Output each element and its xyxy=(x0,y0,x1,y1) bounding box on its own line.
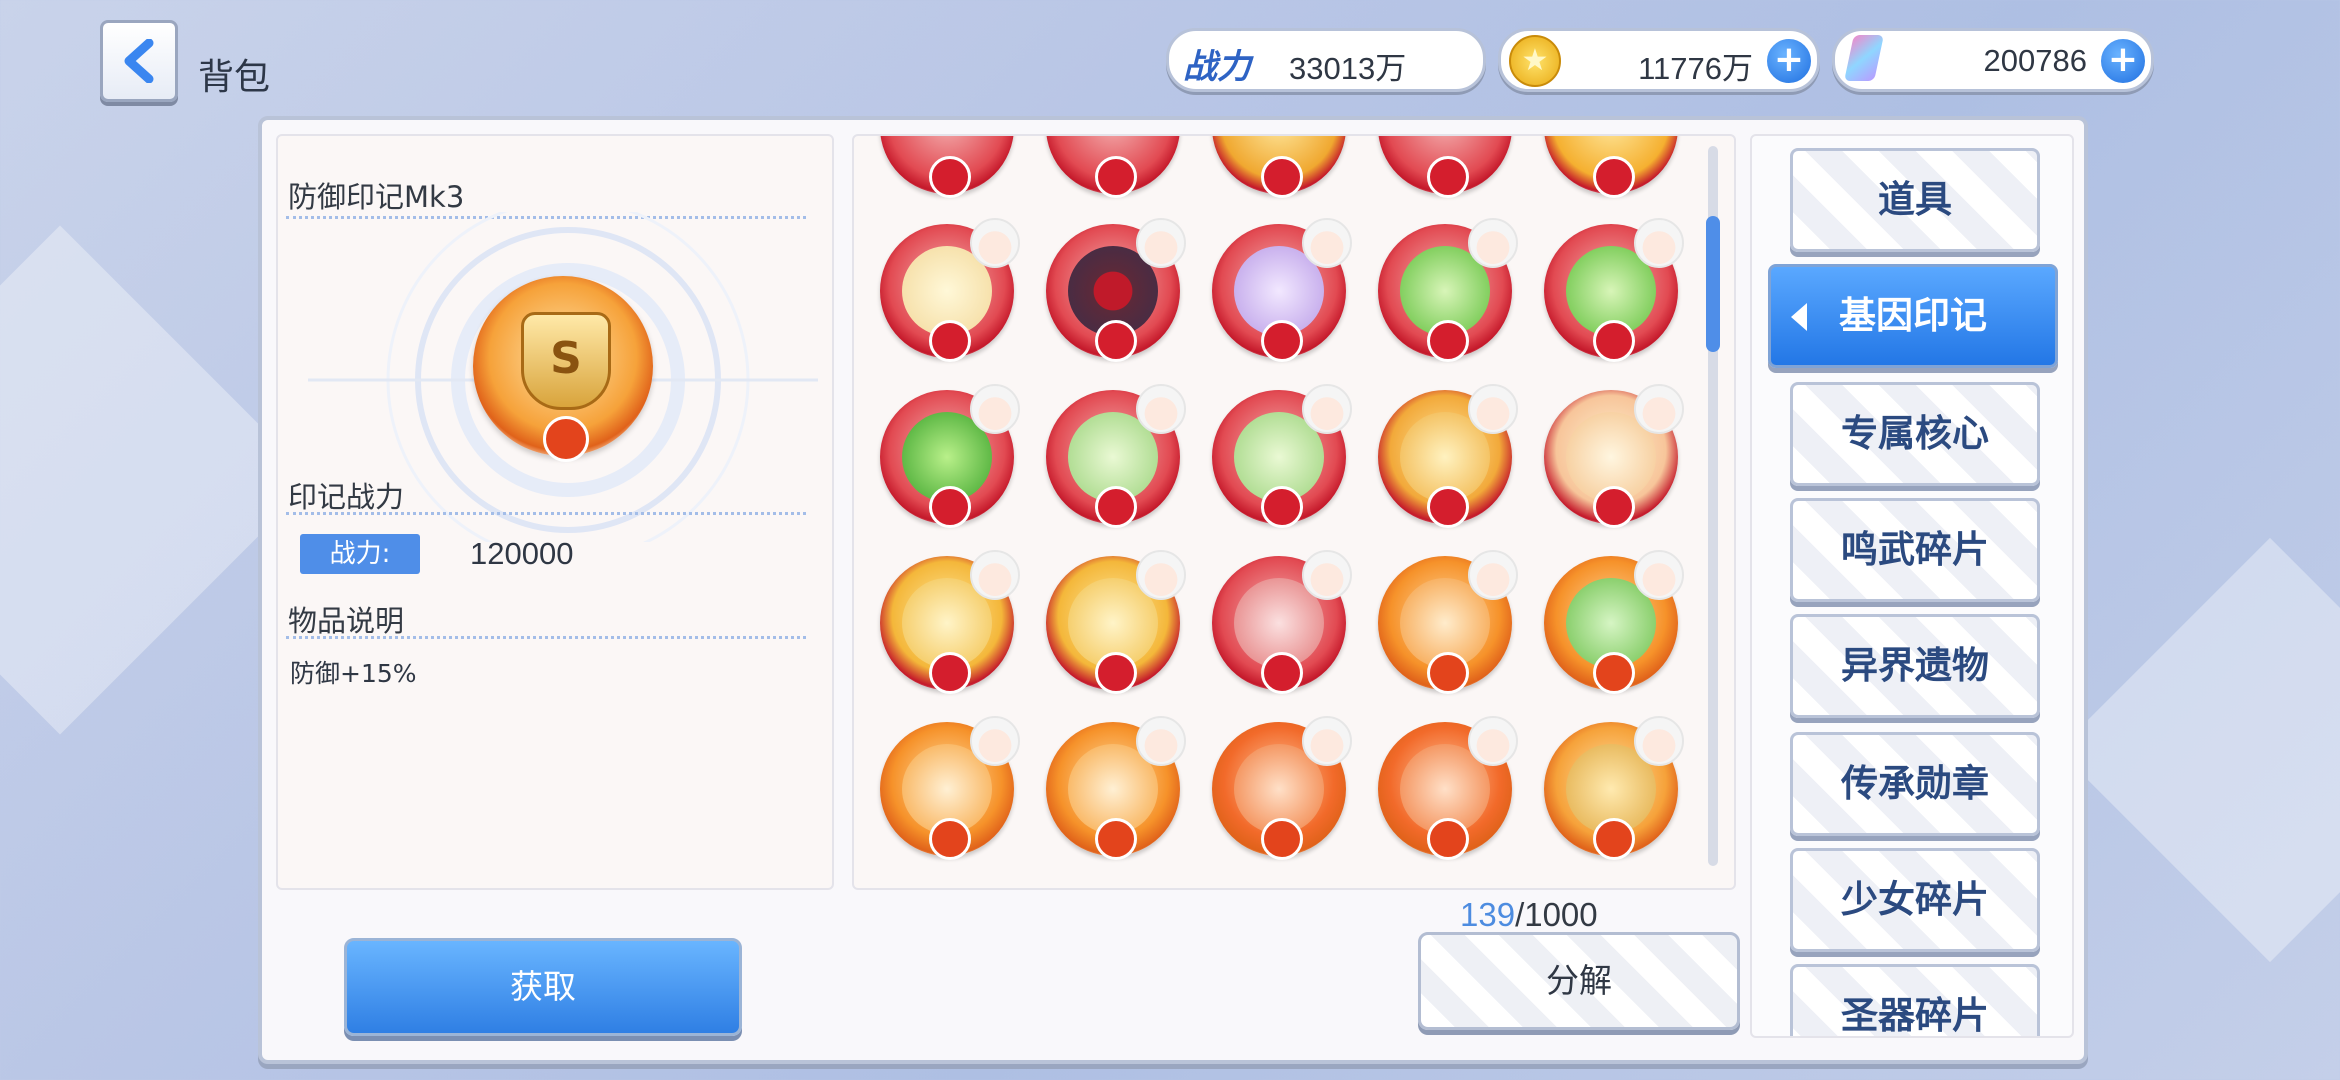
tab-items[interactable]: 道具 xyxy=(1790,148,2040,252)
tab-exclusive-core[interactable]: 专属核心 xyxy=(1790,382,2040,486)
caret-left-icon xyxy=(1791,303,1807,331)
tab-gene-marks[interactable]: 基因印记 xyxy=(1768,264,2058,368)
gene-badge-item[interactable] xyxy=(1046,136,1180,198)
description-section-title: 物品说明 xyxy=(288,604,405,638)
power-value: 33013万 xyxy=(1289,51,1407,86)
power-section-title: 印记战力 xyxy=(288,480,405,514)
gene-badge-item[interactable] xyxy=(1544,550,1684,694)
gene-badge-item[interactable] xyxy=(1378,218,1518,362)
character-portrait-icon xyxy=(1136,384,1186,434)
divider xyxy=(286,512,806,515)
character-portrait-icon xyxy=(1302,218,1352,268)
gene-badge-item[interactable] xyxy=(880,550,1020,694)
character-portrait-icon xyxy=(1136,218,1186,268)
character-portrait-icon xyxy=(1136,550,1186,600)
tab-artifact-fragments[interactable]: 圣器碎片 xyxy=(1790,964,2040,1037)
gene-badge-item[interactable] xyxy=(1378,716,1518,860)
gene-badge-item[interactable] xyxy=(1378,136,1512,198)
selected-item-badge-icon: S xyxy=(473,276,653,462)
gene-badge-item[interactable] xyxy=(1212,218,1352,362)
gene-badge-item[interactable] xyxy=(880,136,1014,198)
power-label: 战力 xyxy=(1183,47,1251,87)
character-portrait-icon xyxy=(970,716,1020,766)
gene-badge-item[interactable] xyxy=(1046,384,1186,528)
tab-otherworld-relics[interactable]: 异界遗物 xyxy=(1790,614,2040,718)
character-portrait-icon xyxy=(1468,218,1518,268)
tab-label: 异界遗物 xyxy=(1841,644,1989,687)
chevron-left-icon xyxy=(124,39,154,83)
add-gold-button[interactable]: + xyxy=(1765,37,1813,85)
bag-panel: 防御印记Mk3 S 印记战力 战力: 120000 物品说明 防御+15% 13… xyxy=(258,116,2088,1064)
gem-resource: 200786 + xyxy=(1832,28,2154,92)
clan-tag-icon xyxy=(543,416,589,462)
character-portrait-icon xyxy=(970,550,1020,600)
gold-resource: ★ 11776万 + xyxy=(1498,28,1820,92)
tab-label: 基因印记 xyxy=(1839,294,1987,337)
tab-weapon-fragments[interactable]: 鸣武碎片 xyxy=(1790,498,2040,602)
background-decoration xyxy=(2057,537,2340,963)
gene-badge-item[interactable] xyxy=(1212,384,1352,528)
gene-badge-item[interactable] xyxy=(880,384,1020,528)
gene-badge-item[interactable] xyxy=(1212,716,1352,860)
item-name: 防御印记Mk3 xyxy=(288,180,465,214)
gene-badge-item[interactable] xyxy=(1544,136,1678,198)
page-title: 背包 xyxy=(198,57,271,98)
character-portrait-icon xyxy=(1136,716,1186,766)
character-portrait-icon xyxy=(1302,716,1352,766)
tab-legacy-medals[interactable]: 传承勋章 xyxy=(1790,732,2040,836)
character-portrait-icon xyxy=(1468,384,1518,434)
item-power-value: 120000 xyxy=(470,536,574,571)
gene-badge-item[interactable] xyxy=(1046,550,1186,694)
gene-badge-item[interactable] xyxy=(880,716,1020,860)
character-portrait-icon xyxy=(1634,550,1684,600)
grid-scrollbar-thumb[interactable] xyxy=(1706,216,1720,352)
power-label-badge: 战力: xyxy=(300,534,420,574)
item-grid xyxy=(852,134,1736,890)
character-portrait-icon xyxy=(1634,218,1684,268)
character-portrait-icon xyxy=(1468,716,1518,766)
inventory-count: 139/1000 xyxy=(1460,896,1598,934)
gene-badge-item[interactable] xyxy=(1544,716,1684,860)
gene-badge-item[interactable] xyxy=(1544,218,1684,362)
item-description: 防御+15% xyxy=(290,659,417,688)
character-portrait-icon xyxy=(970,384,1020,434)
gold-coin-icon: ★ xyxy=(1509,35,1561,87)
gene-badge-item[interactable] xyxy=(1378,550,1518,694)
gene-badge-item[interactable] xyxy=(1046,716,1186,860)
character-portrait-icon xyxy=(970,218,1020,268)
character-portrait-icon xyxy=(1634,384,1684,434)
shield-s-emblem-icon: S xyxy=(521,312,611,410)
crystal-icon xyxy=(1844,35,1884,81)
tab-label: 专属核心 xyxy=(1841,412,1989,455)
inventory-count-current: 139 xyxy=(1460,896,1516,933)
gold-value: 11776万 xyxy=(1638,51,1753,86)
add-gem-button[interactable]: + xyxy=(2099,37,2147,85)
gene-badge-item[interactable] xyxy=(1212,550,1352,694)
gem-value: 200786 xyxy=(1983,43,2087,78)
category-tabs: 道具 基因印记 专属核心 鸣武碎片 异界遗物 传承勋章 少女碎片 圣器碎片 xyxy=(1750,134,2074,1038)
gene-badge-item[interactable] xyxy=(1544,384,1684,528)
tab-label: 鸣武碎片 xyxy=(1841,528,1989,571)
decompose-button[interactable]: 分解 xyxy=(1418,932,1740,1030)
character-portrait-icon xyxy=(1634,716,1684,766)
tab-girl-fragments[interactable]: 少女碎片 xyxy=(1790,848,2040,952)
get-button[interactable]: 获取 xyxy=(344,938,742,1036)
tab-label: 圣器碎片 xyxy=(1841,994,1989,1037)
power-resource: 战力 33013万 xyxy=(1166,28,1486,92)
inventory-count-total: /1000 xyxy=(1515,896,1598,933)
divider xyxy=(286,636,806,639)
character-portrait-icon xyxy=(1302,384,1352,434)
tab-label: 少女碎片 xyxy=(1841,878,1989,921)
gene-badge-item[interactable] xyxy=(1212,136,1346,198)
gene-badge-item[interactable] xyxy=(1378,384,1518,528)
item-detail-pane: 防御印记Mk3 S 印记战力 战力: 120000 物品说明 防御+15% xyxy=(276,134,834,890)
gene-badge-item[interactable] xyxy=(1046,218,1186,362)
gene-badge-item[interactable] xyxy=(880,218,1020,362)
character-portrait-icon xyxy=(1468,550,1518,600)
back-button[interactable] xyxy=(100,20,178,102)
tab-label: 道具 xyxy=(1878,178,1952,221)
tab-label: 传承勋章 xyxy=(1841,762,1989,805)
character-portrait-icon xyxy=(1302,550,1352,600)
